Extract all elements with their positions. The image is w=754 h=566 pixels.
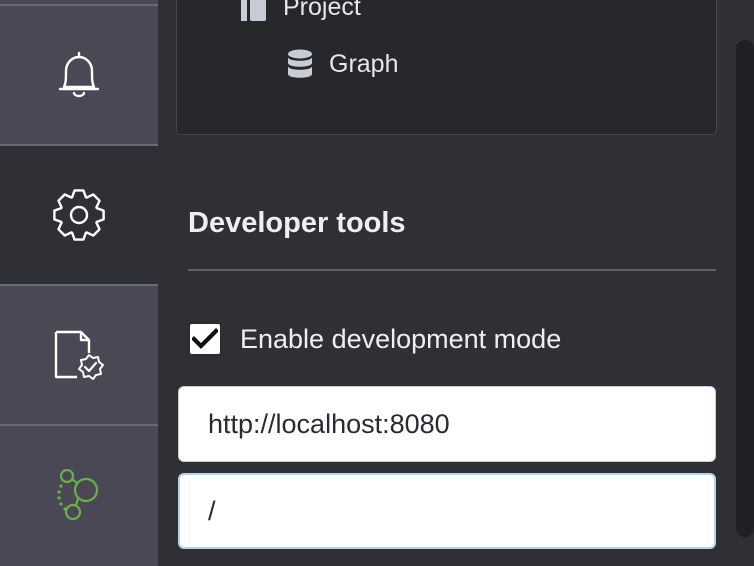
sidebar-item-settings[interactable]: [0, 146, 158, 284]
dev-path-input[interactable]: [178, 473, 716, 549]
enable-dev-mode-label: Enable development mode: [240, 323, 562, 354]
developer-tools-heading: Developer tools: [188, 207, 406, 239]
sidebar-item-license[interactable]: [0, 286, 158, 424]
tree-item-project[interactable]: Project: [241, 0, 361, 22]
enable-dev-mode-toggle[interactable]: Enable development mode: [188, 322, 561, 356]
scrollbar-thumb[interactable]: [736, 40, 754, 537]
enable-dev-mode-checkbox[interactable]: [188, 322, 222, 356]
section-divider: [188, 269, 716, 271]
gear-icon: [53, 189, 105, 241]
tree-item-graph[interactable]: Graph: [287, 49, 398, 79]
tree-item-label: Project: [283, 0, 361, 21]
folder-icon: [241, 0, 266, 21]
settings-panel: Project Graph Developer tools Enable dev…: [158, 0, 734, 566]
file-check-icon: [54, 330, 104, 380]
sidebar-item-notifications[interactable]: [0, 6, 158, 144]
sidebar: [0, 0, 158, 566]
bell-icon: [58, 51, 100, 98]
database-icon: [288, 49, 312, 78]
graph-logo-icon: [57, 469, 99, 521]
sidebar-item-graph-apps[interactable]: [0, 426, 158, 564]
dev-server-url-input[interactable]: [178, 386, 716, 462]
project-tree: Project Graph: [176, 0, 717, 135]
checkmark-icon: [192, 328, 218, 349]
tree-item-label: Graph: [329, 49, 399, 78]
